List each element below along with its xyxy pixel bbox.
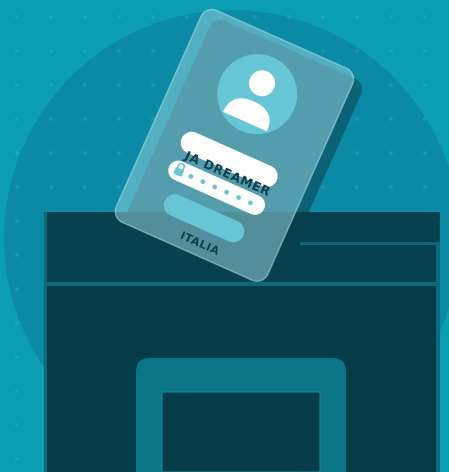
ballot-box-slot-shadow [44, 242, 440, 284]
ballot-box-handle-inner [161, 391, 321, 472]
ballot-box-edge-left [44, 212, 47, 472]
ballot-box-front [44, 212, 440, 472]
ballot-box-top-edge [300, 242, 440, 245]
ballot-box-edge-right [436, 244, 440, 472]
ballot-box-illustration [0, 0, 449, 472]
